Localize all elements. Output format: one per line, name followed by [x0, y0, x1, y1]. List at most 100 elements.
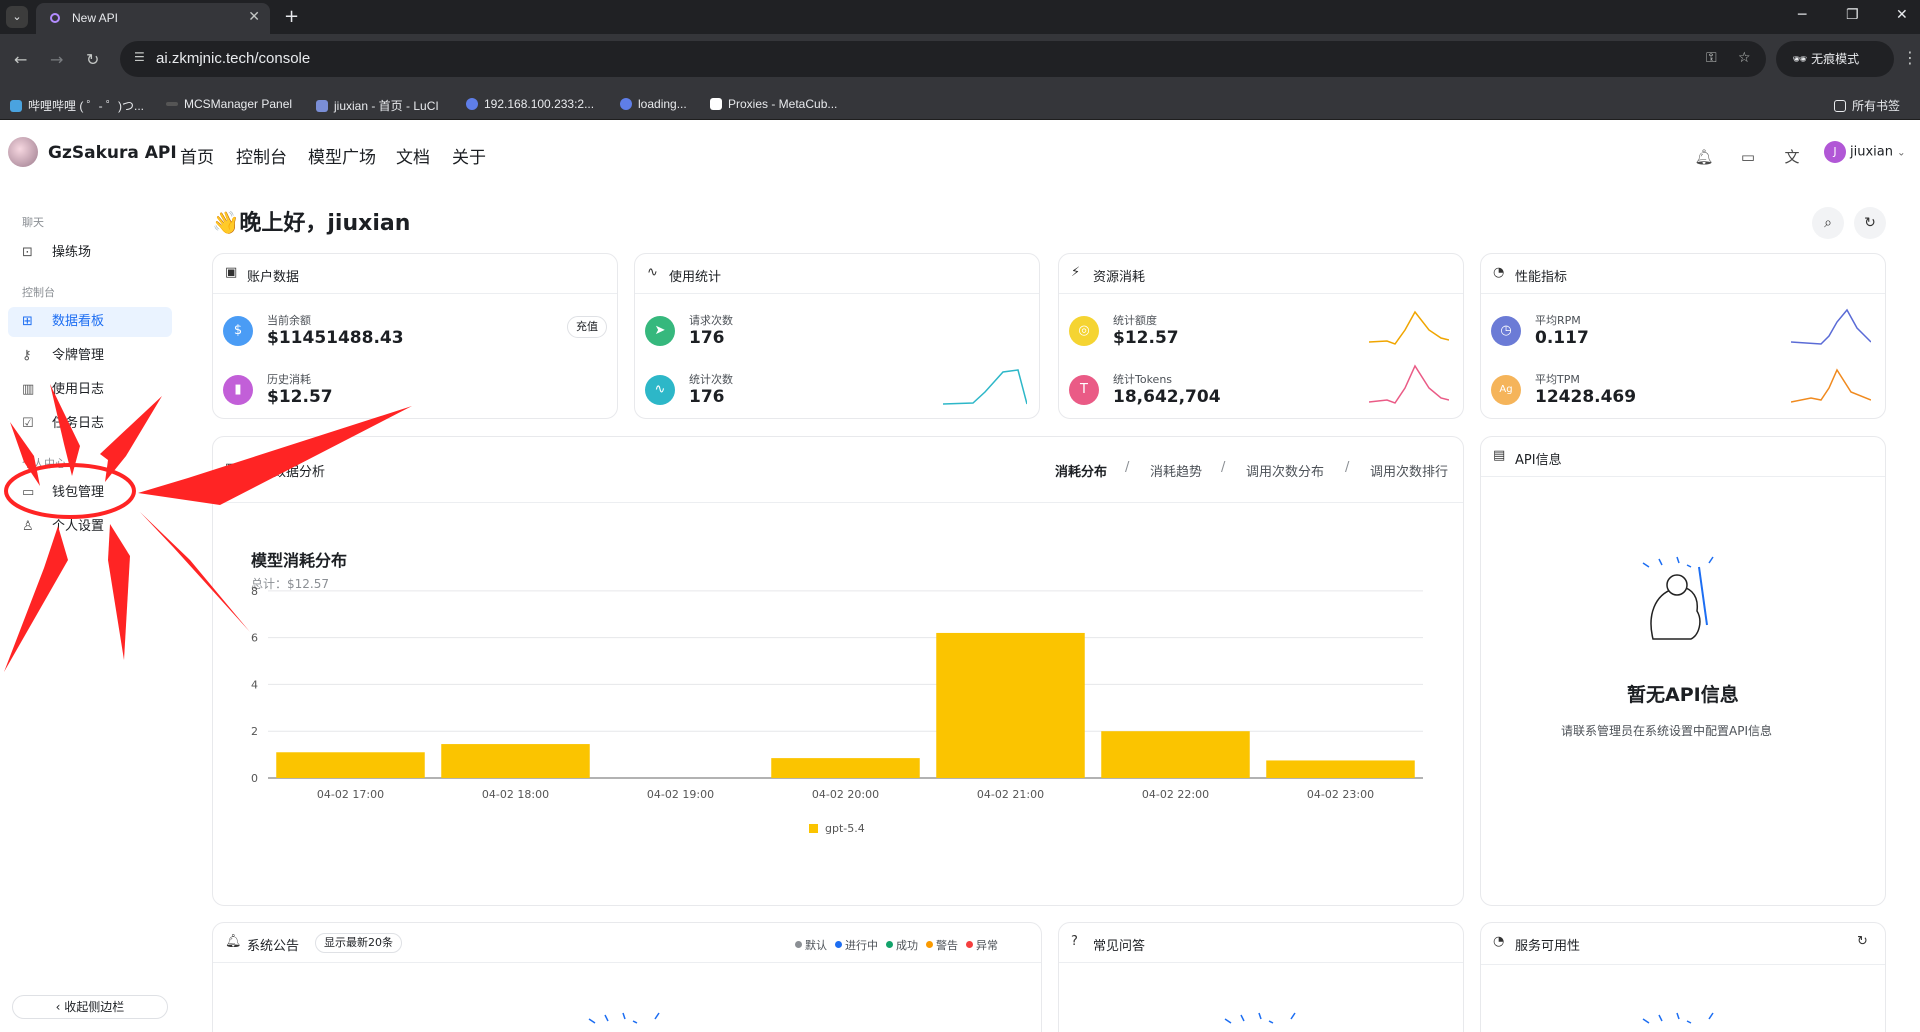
- tab-call-distribution[interactable]: 调用次数分布: [1246, 461, 1324, 480]
- count-sparkline: [943, 369, 1027, 405]
- availability-card: ◔ 服务可用性 ↻: [1480, 922, 1886, 1032]
- nav-home[interactable]: 首页: [180, 143, 214, 168]
- spent-stat: ▮ 历史消耗 $12.57: [223, 367, 603, 413]
- forward-icon[interactable]: →: [50, 50, 63, 69]
- card-title: 使用统计: [669, 270, 722, 285]
- password-key-icon[interactable]: ⚿: [1706, 50, 1717, 66]
- legend-swatch: [809, 824, 818, 833]
- url-text[interactable]: ai.zkmjnic.tech/console: [156, 50, 310, 67]
- reload-icon[interactable]: ↻: [86, 50, 99, 69]
- nav-model-market[interactable]: 模型广场: [308, 143, 376, 168]
- nav-docs[interactable]: 文档: [396, 143, 430, 168]
- restore-icon[interactable]: ❐: [1846, 7, 1859, 23]
- x-tick-label: 04-02 20:00: [812, 788, 879, 801]
- omnibox[interactable]: ☰ ai.zkmjnic.tech/console ⚿ ☆: [120, 41, 1766, 77]
- sidebar-item-task-log[interactable]: ☑ 任务日志: [8, 409, 172, 439]
- nav-console[interactable]: 控制台: [236, 143, 287, 168]
- x-tick-label: 04-02 19:00: [647, 788, 714, 801]
- minimize-icon[interactable]: ─: [1798, 7, 1806, 23]
- status-dot: [835, 941, 842, 948]
- tab-call-ranking[interactable]: 调用次数排行: [1370, 461, 1448, 480]
- balance-stat: $ 当前余额 $11451488.43: [223, 308, 603, 354]
- bookmark-loading[interactable]: loading...: [620, 97, 687, 111]
- stat-value: 176: [689, 328, 725, 348]
- app-header: GzSakura API 首页 控制台 模型广场 文档 关于 🔔︎ ▭ 文 Jj…: [0, 121, 1920, 185]
- recharge-button[interactable]: 充值: [567, 316, 607, 338]
- faq-card: ? 常见问答: [1058, 922, 1464, 1032]
- sidebar-section-chat: 聊天: [22, 216, 44, 229]
- pulse-icon: ∿: [645, 375, 675, 405]
- search-icon[interactable]: ⌕: [1812, 207, 1844, 239]
- bookmark-bilibili[interactable]: 哔哩哔哩 ( ゜- ゜)つ...: [10, 97, 144, 114]
- bookmark-star-icon[interactable]: ☆: [1738, 50, 1751, 66]
- sidebar: 聊天 ⊡ 操练场 控制台 ⊞ 数据看板 ⚷ 令牌管理 ▥ 使用日志 ☑ 任务日志 个人中心…: [0, 185, 184, 1032]
- all-bookmarks[interactable]: 所有书签: [1834, 97, 1900, 114]
- tab-consumption-trend[interactable]: 消耗趋势: [1150, 461, 1202, 480]
- sidebar-item-settings[interactable]: ♙ 个人设置: [8, 512, 172, 542]
- tab-separator: /: [1125, 460, 1130, 475]
- tokens-sparkline: [1369, 364, 1449, 404]
- sidebar-item-tokens[interactable]: ⚷ 令牌管理: [8, 341, 172, 371]
- collapse-sidebar-button[interactable]: ‹ 收起侧边栏: [12, 995, 168, 1019]
- coin-icon: $: [223, 316, 253, 346]
- refresh-icon[interactable]: ↻: [1857, 934, 1868, 949]
- stat-value: 12428.469: [1535, 387, 1637, 407]
- empty-title: 暂无API信息: [1627, 684, 1739, 706]
- request-stat: ➤ 请求次数 176: [645, 308, 1025, 354]
- bell-icon[interactable]: 🔔︎: [1690, 143, 1718, 171]
- stat-value: $11451488.43: [267, 328, 404, 348]
- back-icon[interactable]: ←: [14, 50, 27, 69]
- stat-label: 当前余额: [267, 314, 311, 327]
- sidebar-item-playground[interactable]: ⊡ 操练场: [8, 238, 172, 268]
- stat-label: 历史消耗: [267, 373, 311, 386]
- address-bar-row: ← → ↻ ☰ ai.zkmjnic.tech/console ⚿ ☆ 🕶 无痕…: [0, 34, 1920, 88]
- bell-icon: 🔔︎: [225, 934, 242, 949]
- site-info-icon[interactable]: ☰: [134, 50, 150, 66]
- coin-icon: ◎: [1069, 316, 1099, 346]
- checklist-icon: ☑: [22, 416, 34, 431]
- brand-logo[interactable]: [8, 137, 38, 167]
- bookmark-proxies[interactable]: Proxies - MetaCub...: [710, 97, 837, 111]
- lightning-icon: ⚡︎: [1071, 265, 1081, 280]
- card-title: 服务可用性: [1515, 939, 1581, 954]
- bar: [771, 758, 920, 778]
- stat-value: $12.57: [1113, 328, 1179, 348]
- tab-consumption-distribution[interactable]: 消耗分布: [1055, 461, 1107, 480]
- bookmark-mcsmanager[interactable]: MCSManager Panel: [166, 97, 292, 111]
- window-close-icon[interactable]: ✕: [1896, 7, 1908, 23]
- incognito-indicator[interactable]: 🕶 无痕模式: [1776, 41, 1894, 77]
- user-menu[interactable]: Jjiuxian ⌄: [1824, 141, 1906, 167]
- bookmark-192[interactable]: 192.168.100.233:2...: [466, 97, 594, 111]
- terminal-icon: ⊡: [22, 245, 33, 260]
- y-tick-label: 2: [251, 725, 258, 738]
- bookmark-luci[interactable]: jiuxian - 首页 - LuCI: [316, 97, 439, 114]
- browser-tab[interactable]: New API ✕: [36, 3, 270, 34]
- card-title: 系统公告: [247, 939, 300, 954]
- bar-chart-icon: ▮: [223, 375, 253, 405]
- empty-illustration: [1642, 556, 1714, 640]
- stopwatch-icon: ◷: [1491, 316, 1521, 346]
- sidebar-section-personal: 个人中心: [22, 457, 66, 470]
- tab-separator: /: [1221, 460, 1226, 475]
- sidebar-item-dashboard[interactable]: ⊞ 数据看板: [8, 307, 172, 337]
- wallet-icon: ▣: [225, 265, 238, 280]
- monitor-icon[interactable]: ▭: [1734, 143, 1762, 171]
- browser-menu-icon[interactable]: ⋮: [1902, 48, 1918, 67]
- new-tab-icon[interactable]: +: [284, 6, 299, 27]
- brand-name[interactable]: GzSakura API: [48, 143, 177, 163]
- browser-tab-bar: ⌄ New API ✕ + ─ ❐ ✕: [0, 0, 1920, 34]
- x-tick-label: 04-02 23:00: [1307, 788, 1374, 801]
- refresh-icon[interactable]: ↻: [1854, 207, 1886, 239]
- sidebar-item-usage-log[interactable]: ▥ 使用日志: [8, 375, 172, 405]
- key-icon: ⚷: [22, 348, 32, 363]
- translate-icon[interactable]: 文: [1778, 143, 1806, 171]
- sidebar-item-label: 使用日志: [52, 382, 105, 397]
- bar: [1266, 760, 1415, 778]
- send-icon: ➤: [645, 316, 675, 346]
- nav-about[interactable]: 关于: [452, 143, 486, 168]
- tab-search-chevron-icon[interactable]: ⌄: [6, 6, 28, 28]
- close-tab-icon[interactable]: ✕: [248, 9, 260, 25]
- gauge-icon: ◔: [1493, 934, 1505, 949]
- sidebar-item-wallet[interactable]: ▭ 钱包管理: [8, 478, 172, 508]
- y-tick-label: 6: [251, 632, 258, 645]
